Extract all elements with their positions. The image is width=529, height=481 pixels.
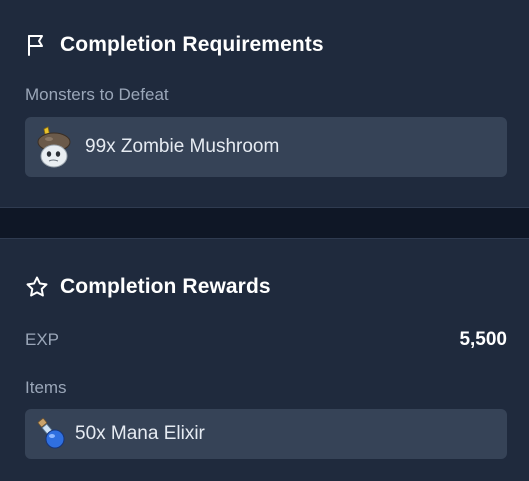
reward-item-text: 50x Mana Elixir [75, 423, 205, 444]
mana-elixir-icon [34, 417, 66, 451]
completion-rewards-panel: Completion Rewards EXP 5,500 Items 50x M… [0, 238, 529, 481]
flag-icon [25, 33, 49, 57]
reward-item-card[interactable]: 50x Mana Elixir [25, 409, 507, 459]
rewards-header: Completion Rewards [25, 273, 271, 301]
monster-requirement-text: 99x Zombie Mushroom [85, 136, 280, 157]
zombie-mushroom-icon [34, 125, 74, 169]
completion-requirements-panel: Completion Requirements Monsters to Defe… [0, 0, 529, 208]
items-label: Items [25, 378, 67, 397]
rewards-title: Completion Rewards [60, 275, 271, 298]
requirements-header: Completion Requirements [25, 31, 324, 59]
monsters-to-defeat-label: Monsters to Defeat [25, 85, 169, 104]
exp-value: 5,500 [459, 329, 507, 350]
exp-label: EXP [25, 330, 60, 349]
requirements-title: Completion Requirements [60, 33, 324, 56]
monster-requirement-card[interactable]: 99x Zombie Mushroom [25, 117, 507, 177]
star-icon [25, 275, 49, 299]
